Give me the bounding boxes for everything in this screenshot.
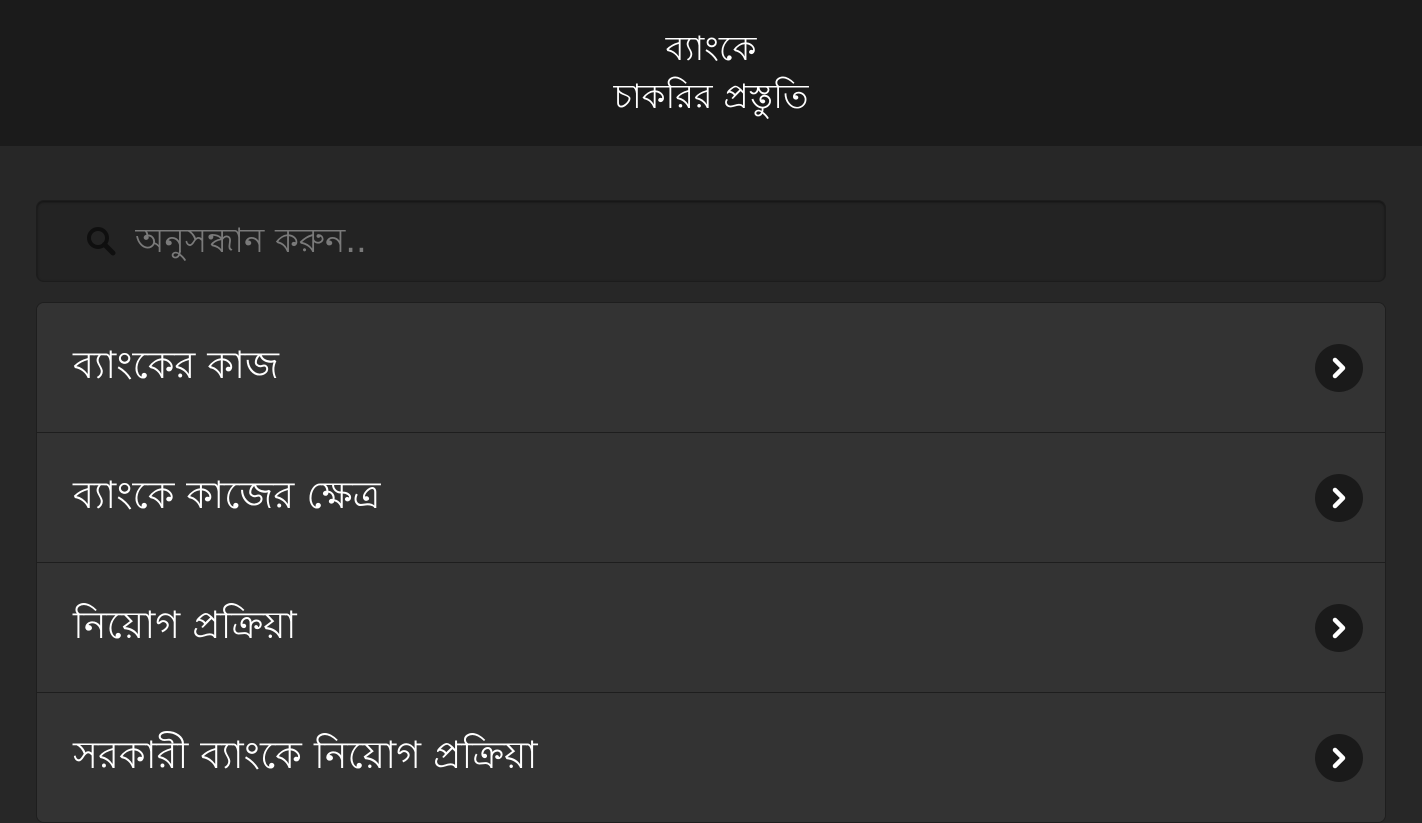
list-item-label: নিয়োগ প্রক্রিয়া bbox=[73, 602, 297, 647]
list-item[interactable]: ব্যাংকের কাজ bbox=[37, 303, 1385, 433]
page-title-line-1: ব্যাংকে bbox=[665, 29, 757, 69]
list-item[interactable]: নিয়োগ প্রক্রিয়া bbox=[37, 563, 1385, 693]
chevron-right-icon[interactable] bbox=[1315, 733, 1363, 782]
list-item[interactable]: সরকারী ব্যাংকে নিয়োগ প্রক্রিয়া bbox=[37, 693, 1385, 822]
page-title-line-2: চাকরির প্রস্তুতি bbox=[613, 77, 809, 117]
menu-list: ব্যাংকের কাজ ব্যাংকে কাজের ক্ষেত্র নিয়ো… bbox=[36, 302, 1386, 823]
search-bar[interactable] bbox=[36, 200, 1386, 282]
chevron-right-icon[interactable] bbox=[1315, 603, 1363, 652]
list-item[interactable]: ব্যাংকে কাজের ক্ষেত্র bbox=[37, 433, 1385, 563]
app-header: ব্যাংকে চাকরির প্রস্তুতি bbox=[0, 0, 1422, 146]
search-icon bbox=[87, 227, 116, 256]
list-item-label: ব্যাংকের কাজ bbox=[73, 342, 279, 387]
chevron-right-icon[interactable] bbox=[1315, 473, 1363, 522]
list-item-label: সরকারী ব্যাংকে নিয়োগ প্রক্রিয়া bbox=[73, 732, 538, 777]
search-input[interactable] bbox=[135, 211, 1385, 271]
chevron-right-icon[interactable] bbox=[1315, 343, 1363, 392]
list-item-label: ব্যাংকে কাজের ক্ষেত্র bbox=[73, 472, 381, 517]
